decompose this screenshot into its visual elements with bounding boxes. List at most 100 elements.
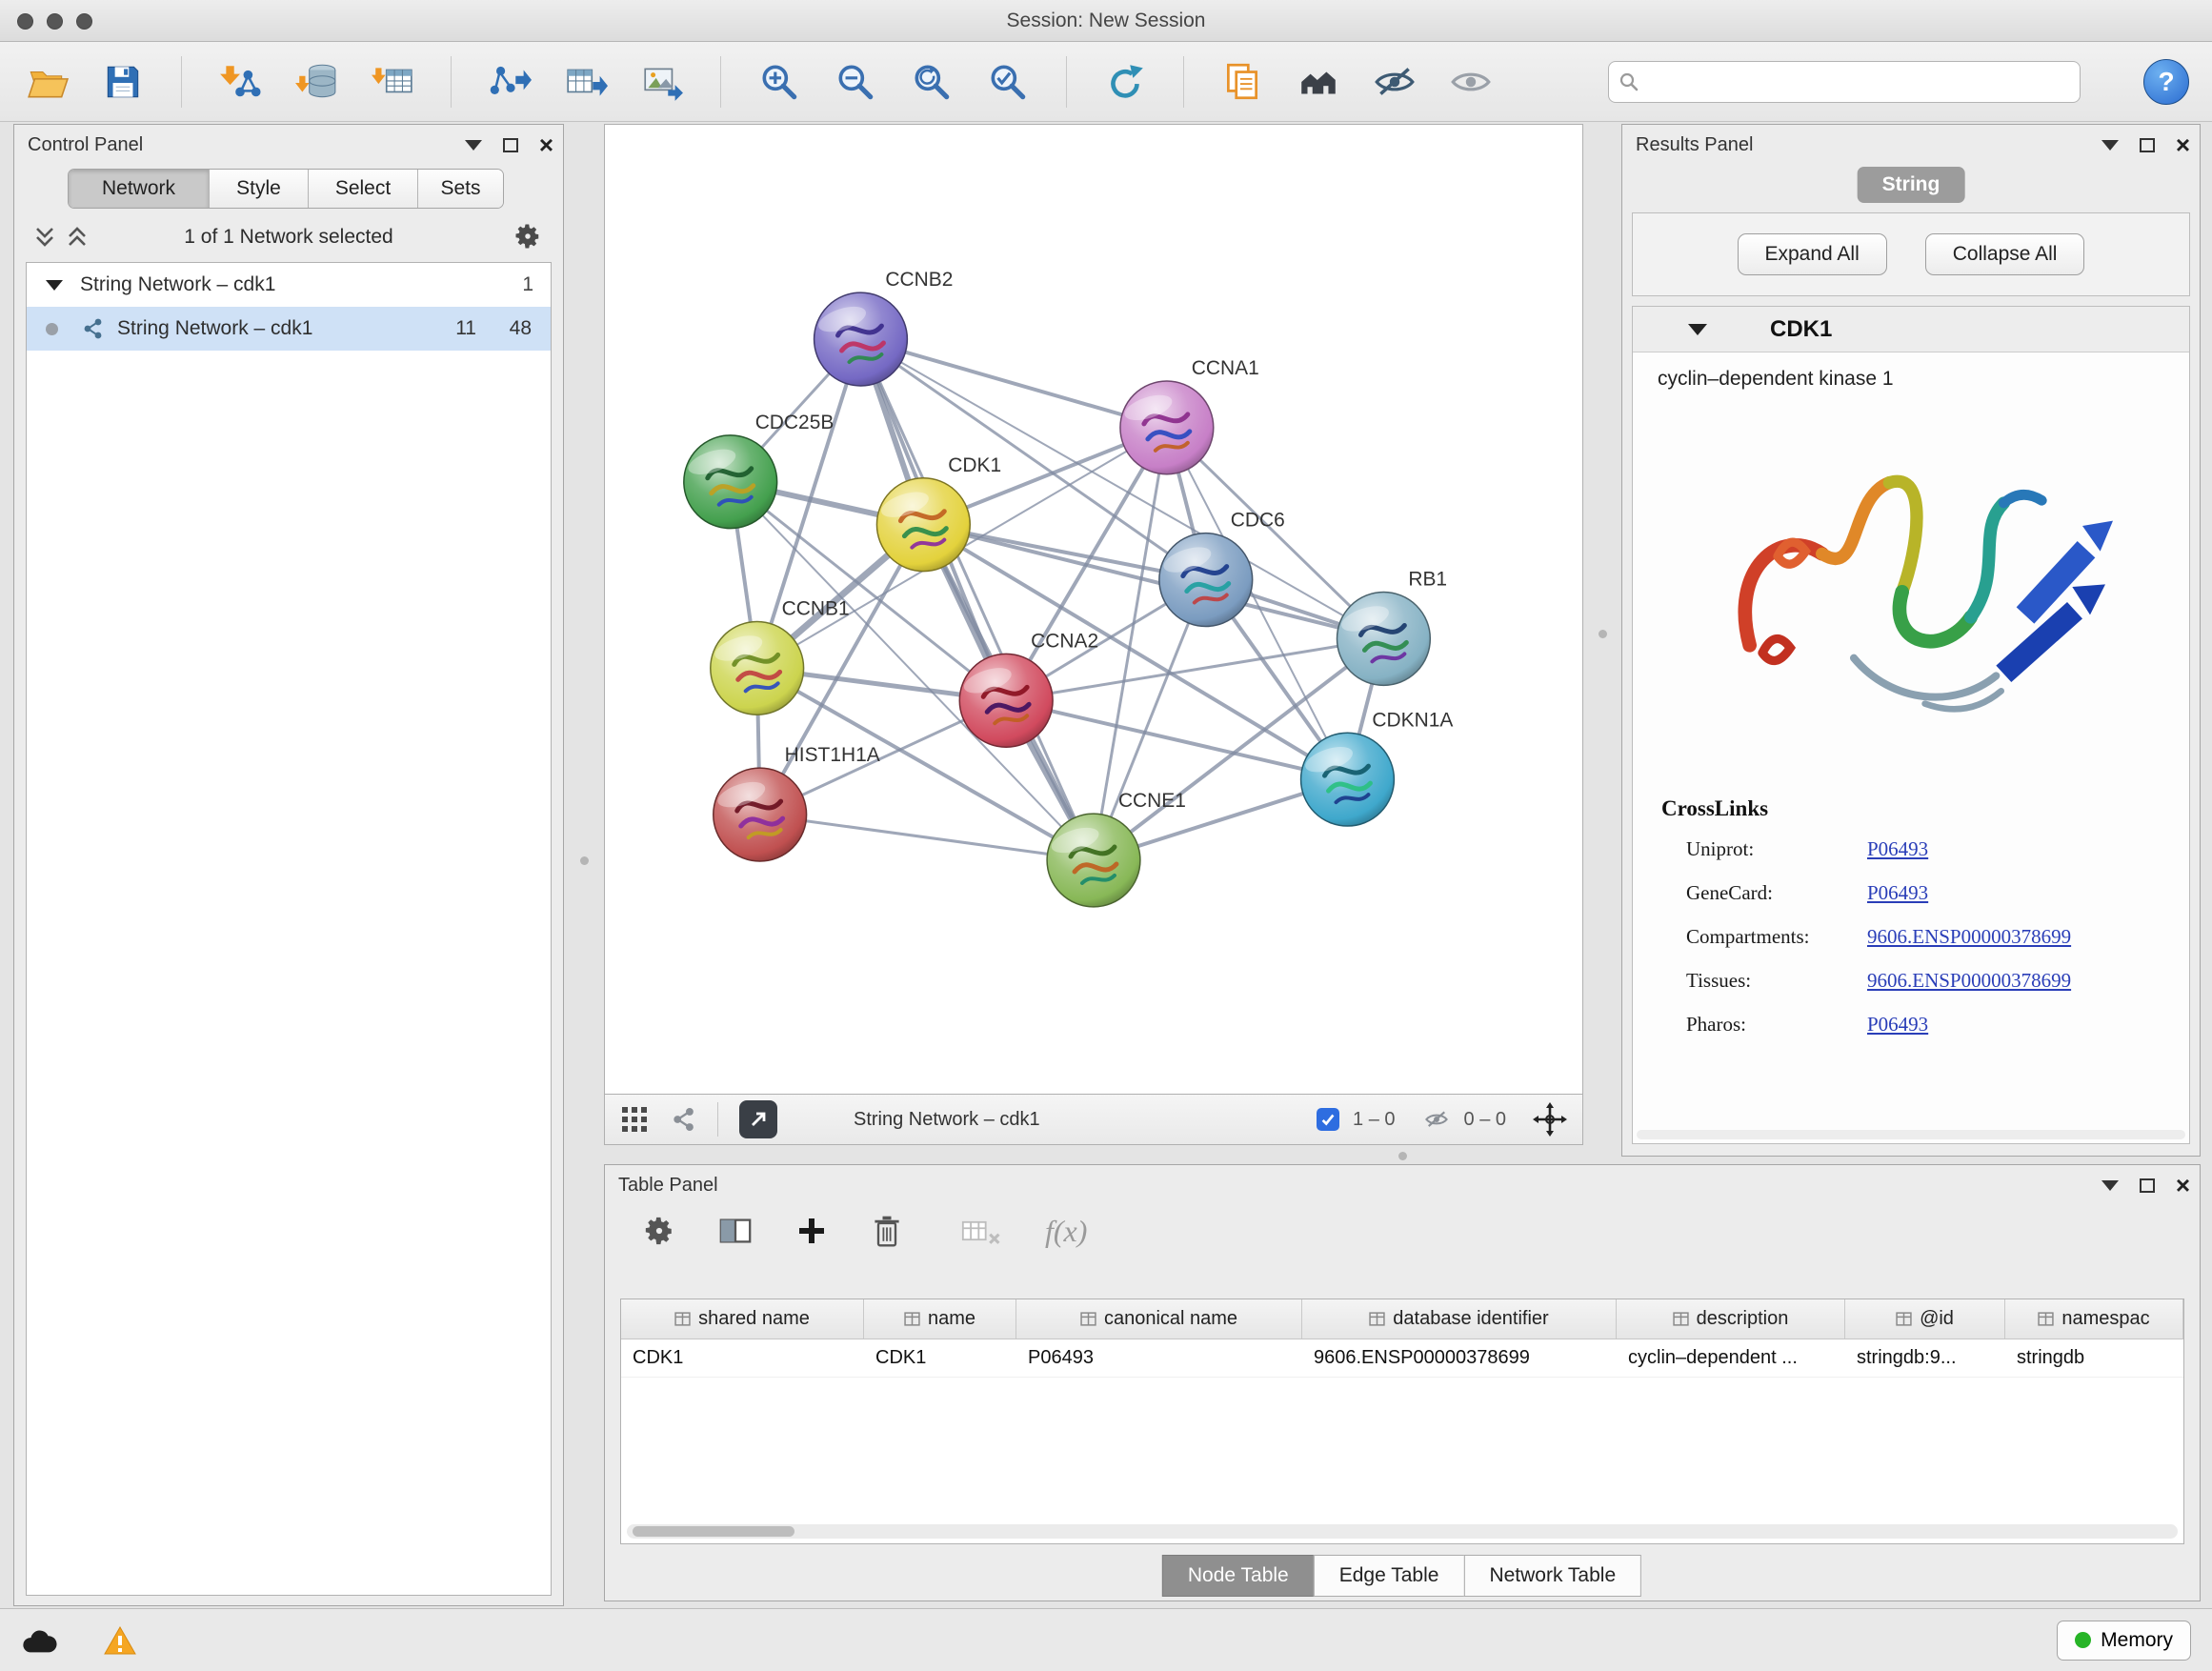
delete-column-trash-icon[interactable] — [870, 1213, 904, 1249]
float-panel-icon[interactable] — [2101, 140, 2119, 151]
zoom-fit-button[interactable] — [908, 59, 955, 105]
minimize-window-button[interactable] — [47, 13, 63, 30]
column-header--id[interactable]: @id — [1845, 1299, 2005, 1339]
zoom-out-button[interactable] — [832, 59, 879, 105]
maximize-window-button[interactable] — [76, 13, 92, 30]
node-CDK1[interactable]: CDK1 — [876, 454, 1001, 572]
show-columns-icon[interactable] — [717, 1214, 754, 1248]
node-CCNA1[interactable]: CCNA1 — [1120, 357, 1259, 474]
results-scrollbar[interactable] — [1637, 1130, 2185, 1139]
node-label: CDKN1A — [1372, 709, 1453, 731]
search-input[interactable] — [1647, 70, 2070, 93]
column-header-name[interactable]: name — [864, 1299, 1016, 1339]
maximize-panel-icon[interactable] — [503, 138, 518, 152]
column-header-shared-name[interactable]: shared name — [621, 1299, 864, 1339]
table-settings-gear-icon[interactable] — [643, 1215, 675, 1247]
crosslink-value-link[interactable]: 9606.ENSP00000378699 — [1867, 925, 2071, 949]
delete-table-icon-disabled[interactable] — [961, 1214, 1003, 1248]
tab-network-table[interactable]: Network Table — [1463, 1555, 1641, 1597]
maximize-panel-icon[interactable] — [2140, 138, 2155, 152]
save-session-button[interactable] — [99, 59, 147, 105]
table-cell: 9606.ENSP00000378699 — [1302, 1339, 1617, 1377]
table-row[interactable]: CDK1CDK1P064939606.ENSP00000378699cyclin… — [621, 1339, 2183, 1378]
maximize-panel-icon[interactable] — [2140, 1178, 2155, 1193]
zoom-selected-button[interactable] — [984, 59, 1032, 105]
function-builder-icon[interactable]: f(x) — [1045, 1214, 1087, 1249]
node-CDC25B[interactable]: CDC25B — [684, 412, 834, 529]
node-CCNB2[interactable]: CCNB2 — [814, 269, 954, 386]
help-button[interactable]: ? — [2143, 59, 2189, 105]
import-network-file-button[interactable] — [216, 59, 264, 105]
column-header-namespac[interactable]: namespac — [2005, 1299, 2183, 1339]
show-all-button[interactable] — [1447, 59, 1495, 105]
import-network-database-button[interactable] — [292, 59, 340, 105]
tab-node-table[interactable]: Node Table — [1162, 1555, 1315, 1597]
eye-slash-icon — [1373, 60, 1417, 104]
add-column-plus-icon[interactable] — [795, 1215, 828, 1247]
cloud-icon[interactable] — [21, 1626, 57, 1655]
warning-icon[interactable] — [103, 1624, 137, 1657]
crosslink-value-link[interactable]: P06493 — [1867, 1013, 1928, 1037]
hidden-eye-slash-icon[interactable] — [1422, 1107, 1451, 1132]
collapse-all-button[interactable]: Collapse All — [1925, 233, 2085, 275]
export-table-button[interactable] — [562, 59, 610, 105]
network-node-count: 11 — [455, 317, 476, 340]
expand-all-button[interactable]: Expand All — [1738, 233, 1887, 275]
column-header-database-identifier[interactable]: database identifier — [1302, 1299, 1617, 1339]
edge-CCNB2-CCNA1[interactable] — [860, 339, 1166, 428]
network-view[interactable]: CCNB2CCNA1CDC25BCDK1CDC6RB1CCNB1CCNA2CDK… — [604, 124, 1583, 1094]
crosslink-value-link[interactable]: P06493 — [1867, 881, 1928, 905]
close-panel-icon[interactable]: × — [539, 135, 553, 154]
node-CDKN1A[interactable]: CDKN1A — [1301, 709, 1454, 826]
tree-expand-caret-icon[interactable] — [46, 280, 63, 291]
tab-edge-table[interactable]: Edge Table — [1314, 1555, 1465, 1597]
scrollbar-thumb[interactable] — [633, 1526, 794, 1537]
expand-all-icon[interactable] — [66, 225, 89, 250]
import-table-file-button[interactable] — [369, 59, 416, 105]
open-in-window-button[interactable] — [739, 1100, 777, 1138]
tab-select[interactable]: Select — [309, 170, 418, 208]
hide-selected-button[interactable] — [1371, 59, 1418, 105]
close-panel-icon[interactable]: × — [2176, 1176, 2190, 1195]
float-panel-icon[interactable] — [465, 140, 482, 151]
node-HIST1H1A[interactable]: HIST1H1A — [714, 744, 880, 861]
selected-checkbox-icon[interactable] — [1317, 1108, 1339, 1131]
refresh-view-button[interactable] — [1101, 59, 1149, 105]
network-row[interactable]: String Network – cdk1 11 48 — [27, 307, 551, 351]
close-panel-icon[interactable]: × — [2176, 135, 2190, 154]
network-options-gear-icon[interactable] — [513, 222, 542, 256]
column-header-description[interactable]: description — [1617, 1299, 1845, 1339]
edge-CCNB2-CCNE1[interactable] — [860, 339, 1094, 860]
float-panel-icon[interactable] — [2101, 1180, 2119, 1191]
copy-document-button[interactable] — [1218, 59, 1266, 105]
home-button[interactable] — [1295, 59, 1342, 105]
network-collection-row[interactable]: String Network – cdk1 1 — [27, 263, 551, 307]
node-CCNB1[interactable]: CCNB1 — [711, 597, 850, 715]
node-RB1[interactable]: RB1 — [1337, 569, 1448, 686]
vertical-splitter-handle[interactable] — [1599, 630, 1607, 638]
collapse-all-icon[interactable] — [33, 225, 56, 250]
tab-network[interactable]: Network — [69, 170, 210, 208]
zoom-in-button[interactable] — [755, 59, 803, 105]
vertical-splitter-handle[interactable] — [580, 856, 589, 865]
column-header-canonical-name[interactable]: canonical name — [1016, 1299, 1302, 1339]
tab-sets[interactable]: Sets — [418, 170, 503, 208]
fit-content-crosshair-icon[interactable] — [1533, 1102, 1567, 1137]
close-window-button[interactable] — [17, 13, 33, 30]
horizontal-splitter-handle[interactable] — [1398, 1152, 1407, 1160]
export-network-button[interactable] — [486, 59, 533, 105]
collapse-section-caret-icon[interactable] — [1688, 324, 1707, 335]
tab-style[interactable]: Style — [210, 170, 309, 208]
network-share-small-icon[interactable] — [670, 1105, 696, 1134]
edge-HIST1H1A-CCNE1[interactable] — [760, 815, 1094, 860]
edge-CCNA2-CDKN1A[interactable] — [1006, 700, 1347, 779]
string-tab-badge[interactable]: String — [1858, 167, 1965, 203]
crosslink-value-link[interactable]: P06493 — [1867, 837, 1928, 861]
grid-view-icon[interactable] — [620, 1105, 649, 1134]
protein-header-row[interactable]: CDK1 — [1633, 307, 2189, 352]
memory-button[interactable]: Memory — [2057, 1621, 2191, 1661]
network-label: String Network – cdk1 — [117, 317, 312, 340]
open-session-button[interactable] — [23, 59, 70, 105]
export-image-button[interactable] — [638, 59, 686, 105]
crosslink-value-link[interactable]: 9606.ENSP00000378699 — [1867, 969, 2071, 993]
